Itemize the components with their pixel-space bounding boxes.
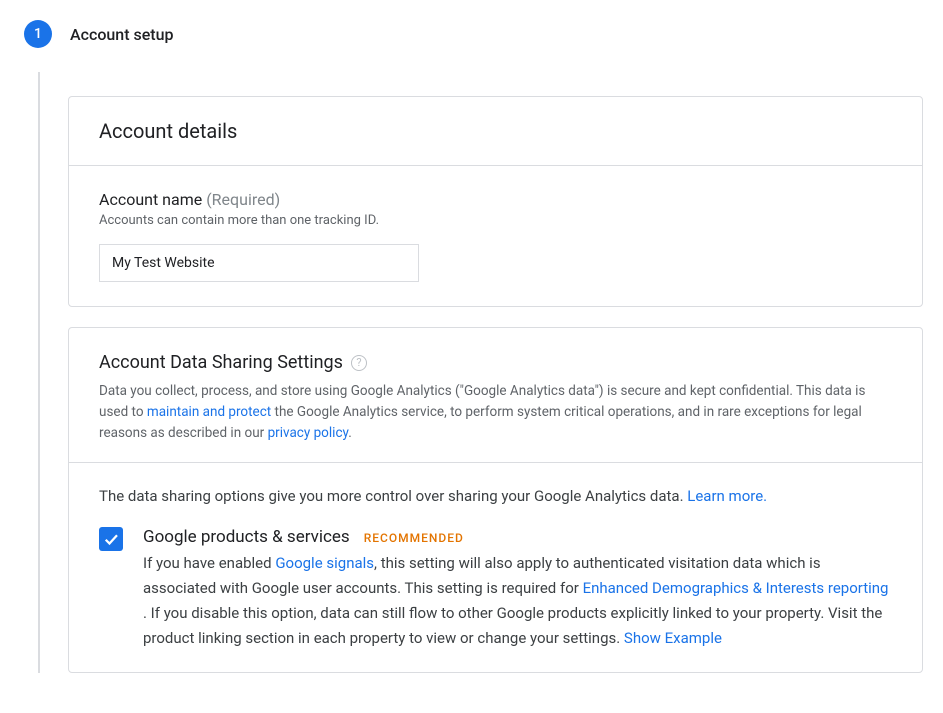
step-content: Account details Account name (Required) …: [38, 72, 923, 673]
learn-more-link[interactable]: Learn more.: [687, 487, 767, 505]
show-example-link[interactable]: Show Example: [624, 629, 722, 647]
step-title: Account setup: [70, 25, 174, 44]
option-description: If you have enabled Google signals, this…: [143, 551, 892, 650]
control-text: The data sharing options give you more c…: [99, 485, 892, 508]
option-content: Google products & services RECOMMENDED I…: [143, 527, 892, 650]
enhanced-demographics-link[interactable]: Enhanced Demographics & Interests report…: [583, 579, 889, 597]
privacy-policy-link[interactable]: privacy policy: [268, 425, 349, 441]
check-icon: [102, 530, 120, 548]
account-name-label-text: Account name: [99, 190, 202, 209]
required-text: (Required): [206, 190, 280, 209]
option-title: Google products & services: [143, 527, 350, 547]
step-header: 1 Account setup: [24, 20, 923, 48]
step-number-badge: 1: [24, 20, 52, 48]
data-sharing-heading-text: Account Data Sharing Settings: [99, 352, 343, 373]
account-name-hint: Accounts can contain more than one track…: [99, 213, 892, 228]
data-sharing-card: Account Data Sharing Settings ? Data you…: [68, 327, 923, 673]
account-details-body: Account name (Required) Accounts can con…: [69, 166, 922, 306]
desc-part3: .: [348, 425, 352, 441]
account-details-header: Account details: [69, 97, 922, 166]
help-icon[interactable]: ?: [351, 355, 367, 371]
maintain-protect-link[interactable]: maintain and protect: [147, 404, 271, 420]
data-sharing-header: Account Data Sharing Settings ? Data you…: [69, 328, 922, 463]
account-name-label: Account name (Required): [99, 190, 892, 209]
opt-d1: If you have enabled: [143, 554, 275, 572]
data-sharing-body: The data sharing options give you more c…: [69, 463, 922, 673]
option-google-products: Google products & services RECOMMENDED I…: [99, 527, 892, 650]
account-name-input[interactable]: [99, 244, 419, 282]
option-title-row: Google products & services RECOMMENDED: [143, 527, 892, 547]
opt-d3: . If you disable this option, data can s…: [143, 604, 882, 647]
recommended-badge: RECOMMENDED: [364, 531, 464, 545]
data-sharing-description: Data you collect, process, and store usi…: [99, 381, 892, 444]
account-details-card: Account details Account name (Required) …: [68, 96, 923, 307]
control-text-part: The data sharing options give you more c…: [99, 487, 687, 505]
option-checkbox[interactable]: [99, 527, 123, 551]
data-sharing-heading: Account Data Sharing Settings ?: [99, 352, 892, 373]
google-signals-link[interactable]: Google signals: [275, 554, 374, 572]
account-details-heading: Account details: [99, 119, 892, 143]
